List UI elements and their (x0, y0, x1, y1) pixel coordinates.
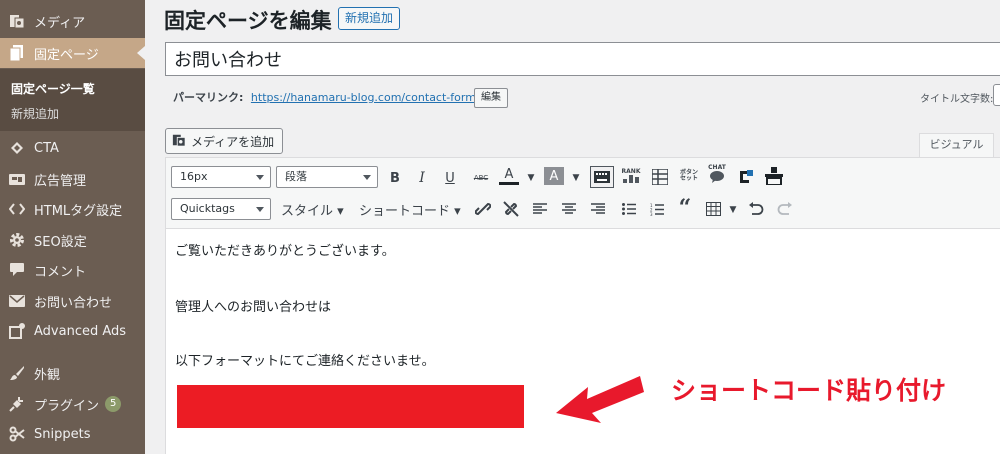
sidebar-item-contact[interactable]: お問い合わせ (0, 286, 145, 316)
align-left-icon[interactable] (530, 199, 550, 219)
ads-icon (8, 170, 26, 188)
link-icon[interactable] (473, 199, 493, 219)
chat-icon[interactable]: CHAT (706, 164, 728, 184)
gear-icon (8, 231, 26, 249)
redo-icon[interactable] (775, 199, 795, 219)
keyboard-icon[interactable] (590, 166, 614, 188)
add-media-button[interactable]: メディアを追加 (165, 128, 284, 154)
mail-icon (8, 292, 26, 310)
title-count-label: タイトル文字数: (920, 94, 994, 105)
submenu-add-new[interactable]: 新規追加 (11, 105, 59, 122)
sidebar-item-cta[interactable]: CTA (0, 133, 145, 163)
bullet-list-icon[interactable] (619, 199, 639, 219)
sidebar-item-appearance[interactable]: 外観 (0, 358, 145, 388)
square-quote-icon[interactable] (736, 167, 756, 187)
chevron-down-icon[interactable]: ▼ (521, 168, 541, 188)
annotation-text: ショートコード貼り付け (671, 376, 947, 405)
sidebar-item-label: Advanced Ads (34, 323, 127, 339)
style-menu[interactable]: スタイル ▾ (281, 200, 344, 219)
paragraph-format-select[interactable]: 段落 (276, 166, 378, 188)
sidebar-item-media[interactable]: メディア (0, 6, 145, 36)
content-line: ご覧いただきありがとうございます。 (175, 244, 395, 259)
sidebar-item-advanced-ads[interactable]: Advanced Ads (0, 316, 145, 346)
rank-icon[interactable]: RANK (621, 166, 641, 186)
edit-permalink-button[interactable]: 編集 (474, 88, 508, 108)
quicktags-select[interactable]: Quicktags (171, 198, 271, 220)
title-count-field (993, 84, 1000, 106)
permalink-row: パーマリンク: https://hanamaru-blog.com/contac… (173, 89, 480, 105)
underline-icon[interactable]: U (440, 168, 460, 188)
table-list-icon[interactable] (650, 167, 670, 187)
button-set-label: ボタン セット (679, 169, 698, 182)
code-icon (8, 200, 26, 218)
sidebar-item-plugins[interactable]: プラグイン 5 (0, 389, 145, 419)
sidebar-item-pages[interactable]: 固定ページ (0, 38, 145, 68)
red-arrow-icon (556, 376, 644, 423)
blockquote-icon[interactable]: “ (675, 195, 695, 221)
brush-icon (8, 364, 26, 382)
sidebar-item-label: 固定ページ (34, 47, 99, 63)
cta-icon (8, 139, 26, 157)
wp-admin-screen: メディア 固定ページ 固定ページ一覧 新規追加 CTA 広告管理 HTMLタグ設… (0, 0, 1000, 454)
sidebar-item-label: お問い合わせ (34, 295, 113, 311)
plugin-icon (8, 395, 26, 413)
person-box-icon[interactable] (764, 166, 784, 186)
font-size-select[interactable]: 16px (171, 166, 271, 188)
bold-icon[interactable]: B (385, 168, 405, 188)
italic-icon[interactable]: I (412, 168, 432, 188)
media-icon (8, 12, 26, 30)
update-count-badge: 5 (105, 396, 122, 412)
admin-sidebar: メディア 固定ページ 固定ページ一覧 新規追加 CTA 広告管理 HTMLタグ設… (0, 0, 145, 454)
sidebar-item-seo[interactable]: SEO設定 (0, 225, 145, 255)
sidebar-item-label: コメント (34, 264, 87, 280)
add-new-button[interactable]: 新規追加 (338, 7, 401, 30)
shortcode-menu[interactable]: ショートコード ▾ (359, 200, 461, 219)
sidebar-item-label: プラグイン (34, 398, 100, 414)
content-line: 以下フォーマットにてご連絡くださいませ。 (175, 354, 435, 369)
post-title-input[interactable] (165, 42, 1000, 76)
sidebar-item-ads[interactable]: 広告管理 (0, 164, 145, 194)
chevron-down-icon[interactable]: ▼ (723, 200, 743, 220)
strikethrough-icon[interactable]: ABC (471, 168, 491, 188)
sidebar-item-label: 外観 (34, 367, 61, 383)
text-color-icon[interactable]: A (499, 167, 519, 185)
background-color-icon[interactable]: A (544, 167, 564, 185)
add-media-label: メディアを追加 (191, 134, 275, 149)
page-title: 固定ページを編集 (164, 9, 332, 33)
pages-submenu: 固定ページ一覧 新規追加 (0, 69, 145, 131)
chevron-down-icon[interactable]: ▼ (566, 168, 586, 188)
shortcode-placeholder-bar (177, 385, 524, 428)
content-line: 管理人へのお問い合わせは (175, 300, 332, 315)
sidebar-item-comments[interactable]: コメント (0, 255, 145, 285)
align-center-icon[interactable] (559, 199, 579, 219)
permalink-label: パーマリンク: (173, 91, 244, 104)
sidebar-item-label: メディア (34, 15, 86, 31)
sidebar-item-label: HTMLタグ設定 (34, 203, 123, 219)
sidebar-item-label: 広告管理 (34, 173, 87, 189)
table-icon[interactable] (703, 199, 723, 219)
editor-toolbar: 16px 段落 B I U ABC A ▼ A ▼ RANK ボタン セット C… (166, 158, 1000, 229)
numbered-list-icon[interactable]: 123 (647, 199, 667, 219)
unlink-icon[interactable] (501, 199, 521, 219)
sidebar-item-label: SEO設定 (34, 234, 87, 250)
advanced-ads-icon (8, 322, 26, 340)
tab-visual[interactable]: ビジュアル (919, 133, 994, 157)
comment-icon (8, 261, 26, 279)
sidebar-item-label: CTA (34, 140, 59, 156)
align-right-icon[interactable] (588, 199, 608, 219)
media-icon (172, 133, 186, 150)
undo-icon[interactable] (746, 199, 766, 219)
submenu-all-pages[interactable]: 固定ページ一覧 (11, 80, 95, 97)
sidebar-item-html-tags[interactable]: HTMLタグ設定 (0, 194, 145, 224)
button-set-icon[interactable]: ボタン セット (678, 166, 700, 186)
page-icon (8, 44, 26, 62)
content-editor: 16px 段落 B I U ABC A ▼ A ▼ RANK ボタン セット C… (165, 157, 1000, 454)
sidebar-item-label: Snippets (34, 426, 91, 442)
permalink-link[interactable]: https://hanamaru-blog.com/contact-form/ (251, 91, 480, 104)
sidebar-item-snippets[interactable]: Snippets (0, 419, 145, 449)
svg-text:3: 3 (650, 212, 653, 216)
scissors-icon (8, 425, 26, 443)
